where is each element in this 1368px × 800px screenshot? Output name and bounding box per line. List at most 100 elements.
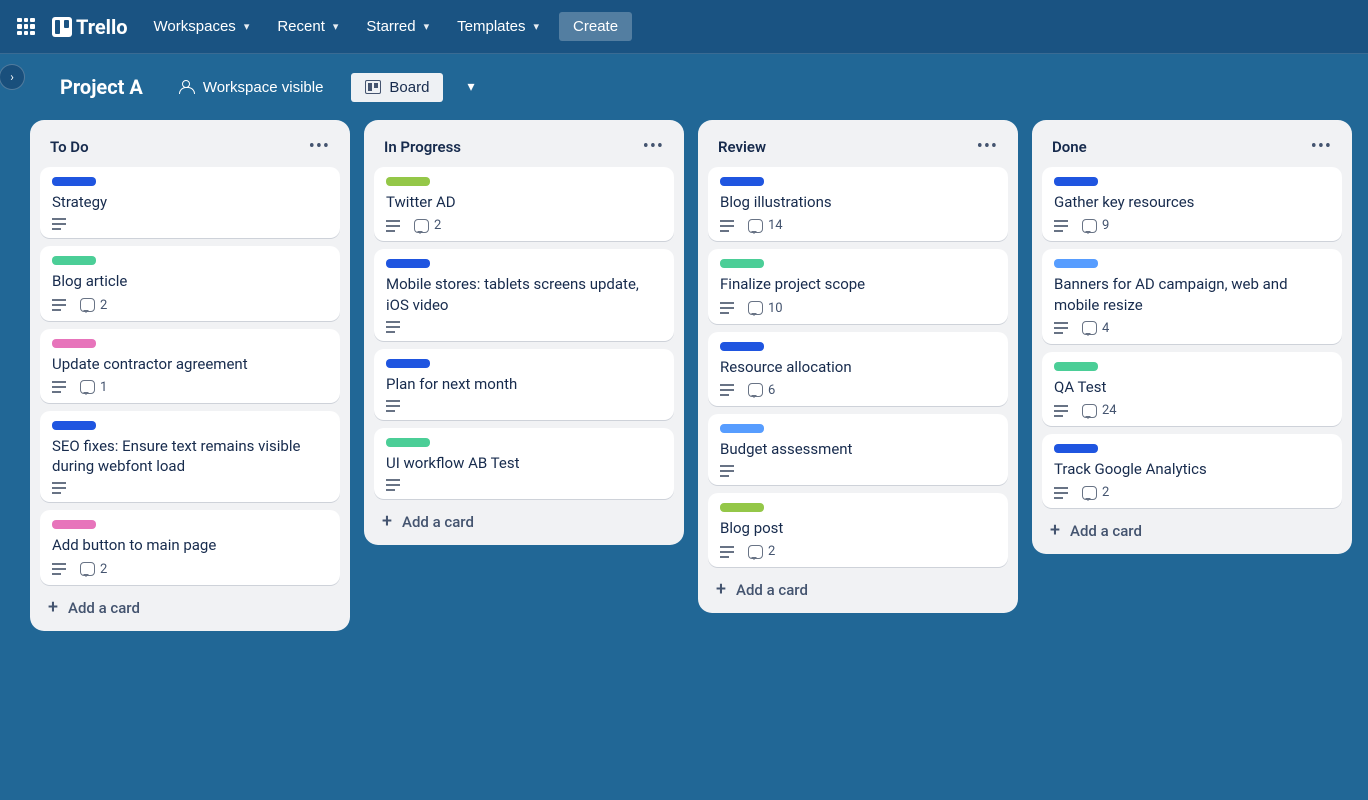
comment-icon xyxy=(1082,219,1097,233)
list: In Progress ••• Twitter AD2 Mobile stores: … xyxy=(364,120,684,545)
card-label[interactable] xyxy=(720,259,764,268)
card-badges: 1 xyxy=(52,380,328,395)
description-icon xyxy=(720,302,734,314)
card[interactable]: Twitter AD2 xyxy=(374,167,674,241)
card-title: Mobile stores: tablets screens update, i… xyxy=(386,274,662,315)
app-switcher-button[interactable] xyxy=(10,11,42,43)
view-switch-board[interactable]: Board xyxy=(351,73,443,102)
list-cards: Strategy Blog article2 Update contractor a… xyxy=(40,167,340,585)
list-title[interactable]: Done xyxy=(1052,138,1087,156)
comment-icon xyxy=(748,545,763,559)
card-label[interactable] xyxy=(52,421,96,430)
card-labels xyxy=(720,503,996,512)
card[interactable]: Mobile stores: tablets screens update, i… xyxy=(374,249,674,341)
card[interactable]: Budget assessment xyxy=(708,414,1008,485)
nav-recent[interactable]: Recent ▾ xyxy=(265,12,350,41)
description-badge xyxy=(52,218,66,230)
card[interactable]: Update contractor agreement 1 xyxy=(40,329,340,403)
list-title[interactable]: Review xyxy=(718,138,766,156)
card-label[interactable] xyxy=(1054,177,1098,186)
card[interactable]: Plan for next month xyxy=(374,349,674,420)
card-label[interactable] xyxy=(1054,362,1098,371)
add-card-button[interactable]: +Add a card xyxy=(40,589,340,621)
comment-icon xyxy=(1082,404,1097,418)
card-label[interactable] xyxy=(720,342,764,351)
card-label[interactable] xyxy=(386,359,430,368)
card-label[interactable] xyxy=(386,177,430,186)
card[interactable]: Blog article2 xyxy=(40,246,340,320)
card-label[interactable] xyxy=(52,256,96,265)
chevron-right-icon: › xyxy=(10,70,14,84)
topbar: Trello Workspaces ▾ Recent ▾ Starred ▾ T… xyxy=(0,0,1368,54)
card-label[interactable] xyxy=(1054,259,1098,268)
nav-workspaces[interactable]: Workspaces ▾ xyxy=(142,12,262,41)
card-label[interactable] xyxy=(386,438,430,447)
card-title: Resource allocation xyxy=(720,357,996,377)
description-icon xyxy=(386,400,400,412)
description-badge xyxy=(1054,220,1068,232)
card-badges: 14 xyxy=(720,218,996,233)
card[interactable]: SEO fixes: Ensure text remains visible d… xyxy=(40,411,340,503)
view-switch-menu[interactable]: ▾ xyxy=(461,75,480,99)
card-title: Banners for AD campaign, web and mobile … xyxy=(1054,274,1330,315)
comment-icon xyxy=(748,219,763,233)
card-title: SEO fixes: Ensure text remains visible d… xyxy=(52,436,328,477)
card-labels xyxy=(386,359,662,368)
card[interactable]: QA Test24 xyxy=(1042,352,1342,426)
card[interactable]: Blog illustrations14 xyxy=(708,167,1008,241)
list-menu-button[interactable]: ••• xyxy=(309,136,330,157)
card-labels xyxy=(52,520,328,529)
trello-logo-icon xyxy=(52,17,72,37)
comment-icon xyxy=(748,301,763,315)
board-title[interactable]: Project A xyxy=(52,71,151,103)
comment-icon xyxy=(80,380,95,394)
comments-badge: 9 xyxy=(1082,218,1109,233)
card-label[interactable] xyxy=(52,339,96,348)
card-label[interactable] xyxy=(52,520,96,529)
description-icon xyxy=(52,381,66,393)
people-icon xyxy=(179,80,195,94)
list-title[interactable]: To Do xyxy=(50,138,89,156)
card-title: Blog post xyxy=(720,518,996,538)
trello-logo[interactable]: Trello xyxy=(46,15,138,39)
comments-badge: 24 xyxy=(1082,403,1117,418)
description-icon xyxy=(1054,322,1068,334)
card-labels xyxy=(720,177,996,186)
comments-badge: 2 xyxy=(414,218,441,233)
list-menu-button[interactable]: ••• xyxy=(643,136,664,157)
card[interactable]: Track Google Analytics2 xyxy=(1042,434,1342,508)
nav-templates[interactable]: Templates ▾ xyxy=(445,12,551,41)
card[interactable]: Finalize project scope10 xyxy=(708,249,1008,323)
card-label[interactable] xyxy=(386,259,430,268)
card[interactable]: Add button to main page2 xyxy=(40,510,340,584)
comments-count: 10 xyxy=(768,301,783,316)
card-label[interactable] xyxy=(720,503,764,512)
card-label[interactable] xyxy=(52,177,96,186)
card-labels xyxy=(386,259,662,268)
create-button[interactable]: Create xyxy=(559,12,632,41)
sidebar-expand-button[interactable]: › xyxy=(0,64,25,90)
list-title[interactable]: In Progress xyxy=(384,138,461,156)
card-label[interactable] xyxy=(720,424,764,433)
list-menu-button[interactable]: ••• xyxy=(1311,136,1332,157)
card-title: Strategy xyxy=(52,192,328,212)
card-label[interactable] xyxy=(1054,444,1098,453)
description-badge xyxy=(720,302,734,314)
card[interactable]: UI workflow AB Test xyxy=(374,428,674,499)
add-card-button[interactable]: +Add a card xyxy=(1042,512,1342,544)
description-badge xyxy=(386,321,400,333)
add-card-button[interactable]: +Add a card xyxy=(708,571,1008,603)
card[interactable]: Blog post2 xyxy=(708,493,1008,567)
card[interactable]: Banners for AD campaign, web and mobile … xyxy=(1042,249,1342,344)
chevron-down-icon: ▾ xyxy=(534,20,540,33)
card[interactable]: Gather key resources 9 xyxy=(1042,167,1342,241)
visibility-button[interactable]: Workspace visible xyxy=(169,73,334,102)
nav-starred[interactable]: Starred ▾ xyxy=(354,12,441,41)
card[interactable]: Strategy xyxy=(40,167,340,238)
list-menu-button[interactable]: ••• xyxy=(977,136,998,157)
card[interactable]: Resource allocation6 xyxy=(708,332,1008,406)
card-label[interactable] xyxy=(720,177,764,186)
card-title: Gather key resources xyxy=(1054,192,1330,212)
add-card-button[interactable]: +Add a card xyxy=(374,503,674,535)
card-title: Update contractor agreement xyxy=(52,354,328,374)
